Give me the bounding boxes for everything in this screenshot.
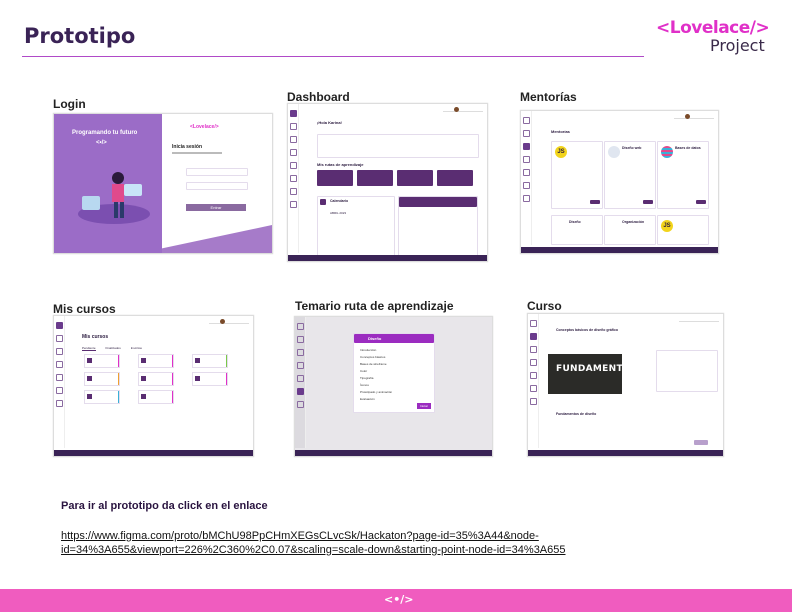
topic-item[interactable]: Prototipado y animación	[360, 389, 392, 396]
login-button[interactable]: Entrar	[186, 204, 246, 211]
mentor-card[interactable]: JS	[657, 215, 709, 245]
mentor-card[interactable]: Bases de datos	[657, 141, 709, 209]
footer	[295, 450, 492, 456]
topic-item[interactable]: Tipografía	[360, 375, 392, 382]
route-card[interactable]	[397, 170, 433, 186]
routes-heading: Mis rutas de aprendizaje	[317, 162, 364, 167]
curso-label: Curso	[527, 299, 562, 313]
sidebar	[528, 314, 539, 448]
avatar	[220, 319, 225, 324]
route-card[interactable]	[317, 170, 353, 186]
figma-link[interactable]: https://www.figma.com/proto/bMChU98PpCHm…	[61, 529, 641, 557]
login-hero: Programando tu futuro <•/>	[54, 114, 162, 253]
topbar	[209, 319, 249, 324]
illustration-icon	[78, 172, 150, 224]
modal-title: Diseño	[368, 336, 382, 341]
mentor-js-icon: JS	[555, 146, 567, 158]
sidebar	[54, 316, 65, 448]
calendar-month: ABRIL 2023	[330, 211, 347, 215]
mis-cursos-heading: Mis cursos	[82, 334, 109, 340]
design-web-icon	[608, 146, 620, 158]
logo-line2: Project	[710, 36, 765, 55]
course-card[interactable]	[84, 372, 120, 386]
avatar	[454, 107, 459, 112]
login-heading: Inicia sesión	[172, 144, 203, 150]
cta-text: Para ir al prototipo da click en el enla…	[61, 500, 268, 512]
topic-item[interactable]: Conceptos básicos	[360, 354, 392, 361]
footer	[521, 247, 718, 253]
page-title: Prototipo	[24, 24, 136, 48]
topic-item[interactable]: Color	[360, 368, 392, 375]
course-card[interactable]	[192, 372, 228, 386]
footer-logo: <•/>	[384, 593, 414, 606]
temario-screenshot[interactable]: Diseño Introducción Conceptos básicos Ba…	[294, 316, 493, 457]
footer	[288, 255, 487, 261]
community-card	[398, 196, 478, 256]
course-heading: Conceptos básicos de diseño gráfico	[556, 328, 619, 332]
topic-item[interactable]: Evaluación	[360, 396, 392, 403]
login-tagline: Programando tu futuro	[72, 130, 138, 136]
topbar	[674, 114, 714, 119]
curso-screenshot[interactable]: Conceptos básicos de diseño gráfico FUND…	[527, 313, 724, 457]
mentor-card[interactable]: JS	[551, 141, 603, 209]
course-card[interactable]	[138, 390, 174, 404]
password-field[interactable]	[186, 182, 248, 190]
mis-cursos-label: Mis cursos	[53, 302, 116, 316]
mentorias-screenshot[interactable]: Mentorías JS Diseño web Bases de datos D…	[520, 110, 719, 254]
mentorias-heading: Mentorías	[551, 129, 570, 134]
logo-line1: <Lovelace/>	[656, 18, 770, 38]
temario-label: Temario ruta de aprendizaje	[295, 299, 454, 313]
course-sidebar-card	[656, 350, 718, 392]
database-icon	[661, 146, 673, 158]
course-card[interactable]	[192, 354, 228, 368]
calendar-label: Calendario	[330, 199, 349, 203]
topic-item[interactable]: Bases de wireframe	[360, 361, 392, 368]
send-button[interactable]	[694, 440, 708, 445]
dashboard-screenshot[interactable]: ¡Hola Karina! Mis rutas de aprendizaje C…	[287, 103, 488, 262]
login-logo: <Lovelace/>	[190, 124, 219, 130]
course-card[interactable]	[84, 390, 120, 404]
login-label: Login	[53, 97, 86, 111]
route-card[interactable]	[357, 170, 393, 186]
course-section: Fundamentos de diseño	[556, 412, 597, 416]
footer-bar: <•/>	[0, 589, 792, 612]
video-title: FUNDAMENTOS	[556, 364, 638, 374]
email-field[interactable]	[186, 168, 248, 176]
sidebar	[295, 317, 306, 448]
dashboard-greeting: ¡Hola Karina!	[317, 120, 342, 125]
course-card[interactable]	[138, 372, 174, 386]
sidebar	[521, 111, 532, 245]
mentor-card[interactable]: Diseño web	[604, 141, 656, 209]
login-form-panel: <Lovelace/> Inicia sesión Entrar	[162, 114, 272, 253]
course-card[interactable]	[138, 354, 174, 368]
avatar	[685, 114, 690, 119]
topic-item[interactable]: Íconos	[360, 382, 392, 389]
tab-finalizados[interactable]: Finalizados	[106, 346, 121, 351]
footer	[54, 450, 253, 456]
stats-card	[317, 134, 479, 158]
course-card[interactable]	[84, 354, 120, 368]
topbar	[679, 317, 719, 322]
lovelace-logo: <Lovelace/> Project	[656, 18, 776, 55]
route-card[interactable]	[437, 170, 473, 186]
start-button[interactable]: Iniciar	[416, 403, 431, 409]
calendar-card: Calendario ABRIL 2023	[317, 196, 395, 256]
footer	[528, 450, 723, 456]
title-divider	[22, 56, 644, 57]
course-video[interactable]: FUNDAMENTOS	[548, 354, 637, 394]
topbar	[443, 107, 483, 112]
topic-item[interactable]: Introducción	[360, 347, 392, 354]
tab-pendiente[interactable]: Pendiente	[82, 346, 96, 351]
mentor-card[interactable]: Diseño	[551, 215, 603, 245]
login-screenshot[interactable]: Programando tu futuro <•/> <Lovelace/> I…	[53, 113, 273, 254]
topics-modal: Diseño Introducción Conceptos básicos Ba…	[353, 333, 435, 413]
login-code-logo: <•/>	[96, 140, 107, 146]
mentor-card[interactable]: Organización	[604, 215, 656, 245]
sidebar	[288, 104, 299, 253]
mentorias-label: Mentorías	[520, 90, 577, 104]
dashboard-label: Dashboard	[287, 90, 350, 104]
tab-inscritos[interactable]: Inscritos	[131, 346, 142, 351]
mis-cursos-screenshot[interactable]: Mis cursos Pendiente Finalizados Inscrit…	[53, 315, 254, 457]
calendar-icon	[320, 199, 326, 205]
